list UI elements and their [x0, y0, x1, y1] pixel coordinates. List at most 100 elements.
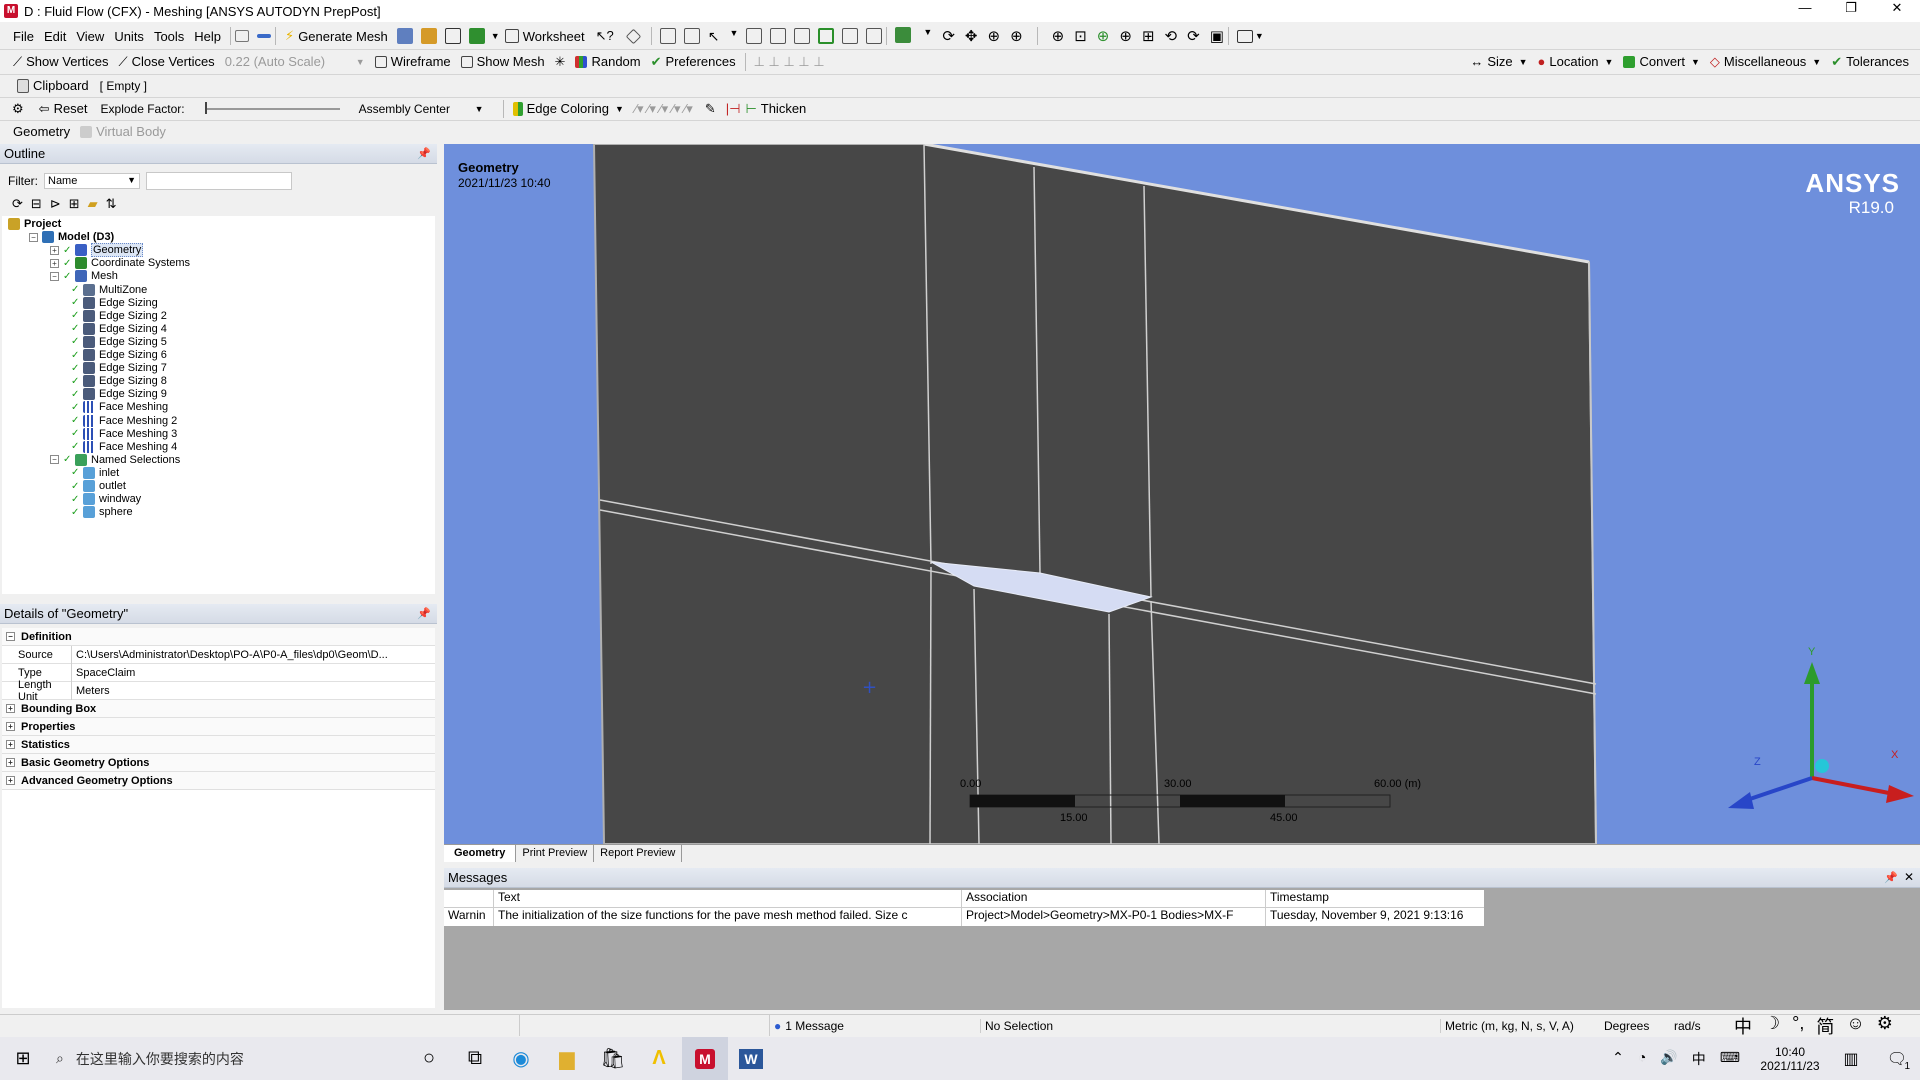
tolerances-button[interactable]: ✔ Tolerances [1826, 51, 1914, 73]
show-vertices-button[interactable]: ⟋ Show Vertices [8, 51, 113, 73]
status-degrees[interactable]: Degrees [1600, 1019, 1670, 1033]
messages-close-icon[interactable]: ✕ [1904, 870, 1914, 884]
wireframe-button[interactable]: Wireframe [370, 51, 456, 73]
details-pin-icon[interactable]: 📌 [417, 607, 431, 620]
meshing-app-icon[interactable]: M [682, 1037, 728, 1080]
clipboard-button[interactable]: Clipboard [12, 75, 94, 96]
menu-file[interactable]: File [8, 25, 39, 47]
help-cursor-icon[interactable]: ↖? [596, 28, 614, 44]
convert-button[interactable]: Convert ▼ [1618, 51, 1704, 73]
tree-toggle-icon[interactable]: + [50, 258, 59, 268]
details-group[interactable]: + Bounding Box [2, 700, 435, 718]
geometry-view[interactable]: + [444, 144, 1920, 844]
expand-all-icon[interactable]: ⊞ [69, 196, 80, 212]
geometry-context-button[interactable]: Geometry [8, 121, 75, 142]
connect-icon[interactable] [257, 34, 272, 38]
miscellaneous-button[interactable]: ◇ Miscellaneous ▼ [1705, 51, 1826, 73]
tree-toggle-icon[interactable]: − [50, 455, 59, 465]
ime-indicator[interactable]: 中 [1692, 1049, 1706, 1069]
menu-help[interactable]: Help [189, 25, 226, 47]
layout-icon[interactable] [1236, 29, 1253, 43]
tray-chevron-icon[interactable]: ⌃ [1612, 1049, 1624, 1069]
start-icon[interactable]: ⊞ [0, 1037, 46, 1080]
expand-icon[interactable]: ⊳ [50, 196, 61, 212]
details-group[interactable]: + Basic Geometry Options [2, 754, 435, 772]
explode-icon[interactable]: ⚙ [12, 101, 24, 117]
status-messages[interactable]: ● 1 Message [770, 1019, 980, 1033]
worksheet-button[interactable]: Worksheet [500, 25, 590, 47]
expand-icon[interactable]: + [6, 776, 15, 785]
pin-tool-icon[interactable]: ✎ [705, 101, 716, 117]
tree-toggle-icon[interactable]: − [29, 232, 38, 242]
show-mesh-button[interactable]: Show Mesh [456, 51, 550, 73]
col-text[interactable]: Text [494, 890, 962, 907]
thicken-button[interactable]: ⊢ Thicken [740, 98, 811, 119]
graphics-viewport[interactable]: + Geometry 2021/11/23 10:40 ANSYS R19.0 … [444, 144, 1920, 844]
col-association[interactable]: Association [962, 890, 1266, 907]
random-button[interactable]: Random [570, 51, 645, 73]
show-desktop-icon[interactable]: ▥ [1828, 1037, 1874, 1080]
tree-node[interactable]: ✓ sphere [71, 504, 133, 520]
view-icons-group[interactable]: ▼ ⟳ ✥ ⊕ ⊕ ⊕ ⊡ ⊕ ⊕ ⊞ ⟲ ⟳ ▣ [895, 27, 1224, 45]
details-group[interactable]: + Properties [2, 718, 435, 736]
sort-icon[interactable]: ⇅ [106, 196, 117, 212]
filter-type-dropdown[interactable]: Name ▼ [44, 173, 140, 189]
ime-button[interactable]: ⚙ [1877, 1015, 1893, 1036]
status-units[interactable]: Metric (m, kg, N, s, V, A) [1440, 1018, 1600, 1033]
collapse-tree-icon[interactable]: ⊟ [31, 196, 42, 212]
menu-tools[interactable]: Tools [149, 25, 189, 47]
menu-edit[interactable]: Edit [39, 25, 71, 47]
taskbar-search[interactable]: ⌕ 在这里输入你要搜索的内容 [46, 1049, 406, 1069]
pin-icon[interactable]: 📌 [417, 147, 431, 160]
details-group[interactable]: + Advanced Geometry Options [2, 772, 435, 790]
ansys-workbench-icon[interactable]: Λ [636, 1037, 682, 1080]
select-icons-group[interactable]: ↖ ▼ [659, 27, 883, 45]
close-vertices-button[interactable]: ⟋ Close Vertices [113, 51, 219, 73]
file-explorer-icon[interactable]: ▆ [544, 1037, 590, 1080]
tag-icon[interactable] [625, 28, 642, 44]
probe-icons-group[interactable]: ⊥ ⊥ ⊥ ⊥ ⊥ [754, 54, 825, 70]
word-icon[interactable]: W [728, 1037, 774, 1080]
size-button[interactable]: ↔ Size ▼ [1465, 51, 1532, 73]
clock[interactable]: 10:40 2021/11/23 [1752, 1045, 1828, 1073]
tab-report-preview[interactable]: Report Preview [594, 845, 683, 862]
cortana-icon[interactable]: ○ [406, 1037, 452, 1080]
edge-browser-icon[interactable]: ◉ [498, 1037, 544, 1080]
virtual-body-button[interactable]: Virtual Body [75, 121, 171, 142]
keyboard-icon[interactable]: ⌨ [1720, 1049, 1740, 1069]
network-icon[interactable]: ◔ [1638, 1049, 1646, 1069]
task-view-icon[interactable]: ⧉ [452, 1037, 498, 1080]
ime-button[interactable]: ☺ [1846, 1015, 1864, 1036]
text-icon[interactable] [444, 28, 461, 44]
expand-icon[interactable]: + [6, 758, 15, 767]
details-group-definition[interactable]: − Definition [2, 628, 435, 646]
tree-toggle-icon[interactable]: + [50, 245, 59, 255]
tab-geometry[interactable]: Geometry [444, 845, 517, 862]
filter-input[interactable] [146, 172, 292, 190]
expand-icon[interactable]: + [6, 740, 15, 749]
edge-tools-group[interactable]: ⁄▾ ⁄▾ ⁄▾ ⁄▾ ⁄▾ [635, 101, 693, 117]
volume-icon[interactable]: 🔊 [1660, 1049, 1677, 1069]
explode-slider[interactable] [204, 101, 340, 114]
close-button[interactable]: ✕ [1874, 0, 1920, 16]
ime-button[interactable]: ☽ [1764, 1015, 1780, 1036]
reset-button[interactable]: ⇦ Reset [34, 98, 93, 119]
message-row[interactable]: Warnin The initialization of the size fu… [444, 908, 1484, 926]
ime-button[interactable]: °, [1792, 1015, 1804, 1036]
messages-pin-icon[interactable]: 📌 [1884, 871, 1898, 884]
axis-button[interactable]: ✳ [550, 51, 571, 73]
assembly-center-dropdown[interactable]: Assembly Center ▼ [354, 98, 489, 119]
tree-toggle-icon[interactable] [235, 30, 250, 42]
details-row[interactable]: Length Unit Meters [2, 679, 435, 703]
generate-mesh-button[interactable]: ⚡ Generate Mesh [280, 25, 393, 47]
menu-view[interactable]: View [71, 25, 109, 47]
location-button[interactable]: ● Location ▼ [1533, 51, 1619, 73]
ime-button[interactable]: 中 [1734, 1015, 1752, 1037]
ime-button[interactable]: 简 [1816, 1015, 1834, 1037]
thicken-tool-icon[interactable]: |⊣ [726, 101, 741, 117]
tree-toggle-icon[interactable]: − [50, 271, 59, 281]
maximize-button[interactable]: ❐ [1828, 0, 1874, 16]
menu-units[interactable]: Units [109, 25, 149, 47]
folder-icon[interactable]: ▰ [88, 196, 98, 212]
scale-dropdown[interactable]: 0.22 (Auto Scale) ▼ [220, 51, 370, 73]
